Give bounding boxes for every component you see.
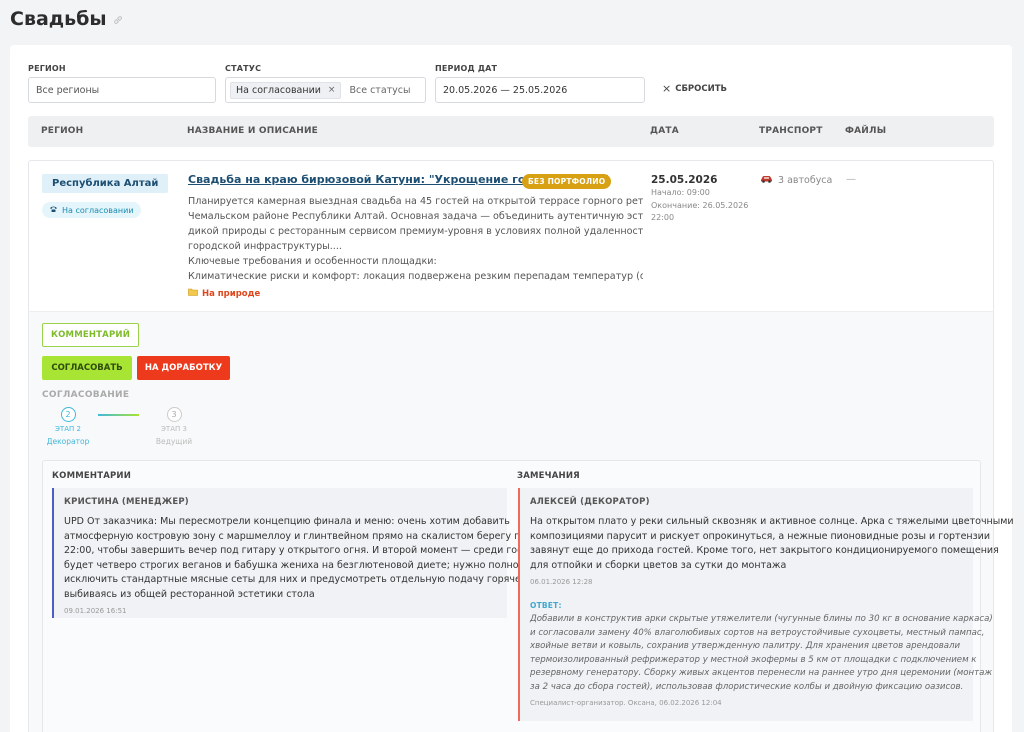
weddings-card: РЕГИОН Все регионы СТАТУС На согласовани… (10, 45, 1014, 732)
remark-item: АЛЕКСЕЙ (ДЕКОРАТОР) На открытом плато у … (518, 488, 1014, 721)
region-filter-label: РЕГИОН (28, 64, 66, 73)
comment-author: КРИСТИНА (МЕНЕДЖЕР) (64, 497, 189, 507)
portfolio-badge: БЕЗ ПОРТФОЛИО (522, 174, 612, 189)
description-line: Ключевые требования и особенности площад… (188, 256, 437, 267)
description-line: Планируется камерная выездная свадьба на… (188, 196, 643, 207)
comment-line: будет четверо строгих веганов и бабушка … (64, 559, 543, 571)
remarks-title: ЗАМЕЧАНИЯ (517, 471, 580, 481)
status-badge-label: На согласовании (62, 205, 134, 215)
page-title: Свадьбы (10, 8, 123, 30)
approval-step-2: 2 ЭТАП 2 Декоратор (38, 407, 98, 446)
phone-icon (49, 205, 58, 215)
step-connector (98, 414, 139, 416)
comment-date: 09.01.2026 16:51 (64, 607, 127, 615)
folder-icon (188, 288, 198, 299)
wedding-description: Планируется камерная выездная свадьба на… (188, 194, 643, 284)
step-stage: ЭТАП 2 (55, 425, 81, 433)
status-badge: На согласовании (42, 202, 141, 218)
approval-step-3: 3 ЭТАП 3 Ведущий (144, 407, 204, 446)
reply-line: резервному генератору. Сборку живых акце… (530, 668, 993, 678)
comments-panel: КОММЕНТАРИИ ЗАМЕЧАНИЯ КРИСТИНА (МЕНЕДЖЕР… (42, 460, 1014, 732)
comment-line: UPD От заказчика: Мы пересмотрели концеп… (64, 516, 510, 527)
comment-line: исключить стандартные мясные сеты для ни… (64, 574, 550, 585)
comment-item: КРИСТИНА (МЕНЕДЖЕР) UPD От заказчика: Мы… (52, 488, 550, 618)
step-role: Декоратор (46, 437, 90, 446)
step-role: Ведущий (155, 437, 193, 446)
region-filter[interactable]: Все регионы (28, 77, 216, 103)
approve-button[interactable]: СОГЛАСОВАТЬ (42, 356, 132, 380)
comment-line: выбиваясь из общей ресторанной эстетики … (64, 588, 315, 600)
status-chip: На согласовании × (230, 81, 342, 99)
end-date: Окончание: 26.05.2026 (651, 201, 749, 210)
remark-line: завянут еще до прихода гостей. Кроме тог… (530, 545, 999, 556)
step-stage: ЭТАП 3 (161, 425, 187, 433)
table-row[interactable]: Республика Алтай На согласовании Свадьба… (28, 160, 994, 312)
files-cell: — (846, 174, 856, 185)
reply-text: Добавили в конструктив арки скрытые утяж… (530, 613, 993, 694)
comment-button[interactable]: КОММЕНТАРИЙ (42, 323, 139, 347)
header-date: ДАТА (650, 126, 679, 136)
car-icon (760, 175, 773, 186)
wedding-date: 25.05.2026 (651, 174, 718, 186)
end-time: 22:00 (651, 213, 675, 222)
step-number: 2 (60, 407, 76, 422)
reply-line: и согласовали замену 40% влаголюбивых со… (530, 627, 985, 638)
venue-tag-label: На природе (202, 288, 261, 299)
reply-line: Добавили в конструктив арки скрытые утяж… (530, 614, 993, 624)
transport-label: 3 автобуса (778, 175, 833, 186)
table-header: РЕГИОН НАЗВАНИЕ И ОПИСАНИЕ ДАТА ТРАНСПОР… (28, 116, 994, 147)
remark-line: композициями парусит и рискует опрокинут… (530, 530, 991, 542)
header-transport: ТРАНСПОРТ (759, 126, 823, 136)
reply-line: хвойные ветви и ковыль, сохранив утвержд… (530, 641, 961, 651)
link-icon[interactable] (113, 14, 123, 28)
reply-meta: Специалист-организатор. Оксана, 06.02.20… (530, 699, 722, 707)
comments-title: КОММЕНТАРИИ (52, 471, 132, 481)
reset-button[interactable]: × СБРОСИТЬ (662, 82, 727, 95)
reply-line: за 2 часа до сбора гостей), использовав … (530, 681, 964, 692)
comment-line: атмосферную костровую зону с маршмеллоу … (64, 530, 544, 542)
remark-author: АЛЕКСЕЙ (ДЕКОРАТОР) (530, 497, 650, 507)
reply-label: ОТВЕТ: (530, 601, 562, 610)
header-title: НАЗВАНИЕ И ОПИСАНИЕ (187, 126, 319, 136)
remark-line: для отпойки и сборки цветов за сутки до … (530, 559, 787, 571)
venue-tag: На природе (188, 288, 260, 299)
period-filter-label: ПЕРИОД ДАТ (435, 64, 498, 73)
approval-panel: КОММЕНТАРИЙ СОГЛАСОВАТЬ НА ДОРАБОТКУ СОГ… (28, 311, 1014, 732)
remark-text: На открытом плато у реки сильный сквозня… (530, 515, 1014, 573)
close-icon: × (662, 82, 672, 95)
remark-line: На открытом плато у реки сильный сквозня… (530, 516, 1014, 527)
period-filter[interactable]: 20.05.2026 — 25.05.2026 (435, 77, 645, 103)
chip-remove-icon[interactable]: × (328, 85, 336, 95)
description-line: Климатические риски и комфорт: локация п… (188, 271, 643, 282)
region-filter-placeholder: Все регионы (36, 84, 100, 96)
comment-text: UPD От заказчика: Мы пересмотрели концеп… (64, 515, 550, 602)
status-chip-label: На согласовании (236, 84, 321, 96)
status-filter-placeholder: Все статусы (349, 84, 411, 96)
region-badge: Республика Алтай (42, 174, 169, 193)
header-region: РЕГИОН (41, 126, 84, 136)
description-line: городской инфраструктуры.... (188, 241, 342, 252)
reply-line: термоизолированный рефрижератор у местно… (530, 654, 977, 665)
transport-info: 3 автобуса (760, 175, 832, 186)
status-filter-label: СТАТУС (225, 64, 262, 73)
period-filter-value: 20.05.2026 — 25.05.2026 (443, 84, 568, 96)
revise-button[interactable]: НА ДОРАБОТКУ (137, 356, 230, 380)
start-time: Начало: 09:00 (651, 188, 710, 197)
comment-line: 22:00, чтобы завершить вечер под гитару … (64, 545, 540, 556)
description-line: дикой природы с ресторанным сервисом пре… (188, 226, 643, 237)
remark-date: 06.01.2026 12:28 (530, 578, 593, 586)
status-filter[interactable]: На согласовании × Все статусы (225, 77, 426, 103)
description-line: Чемальском районе Республики Алтай. Осно… (188, 211, 643, 222)
page-title-text: Свадьбы (10, 8, 107, 30)
step-number: 3 (166, 407, 182, 422)
reset-label: СБРОСИТЬ (675, 83, 728, 94)
header-files: ФАЙЛЫ (845, 126, 887, 136)
approval-label: СОГЛАСОВАНИЕ (42, 390, 130, 400)
